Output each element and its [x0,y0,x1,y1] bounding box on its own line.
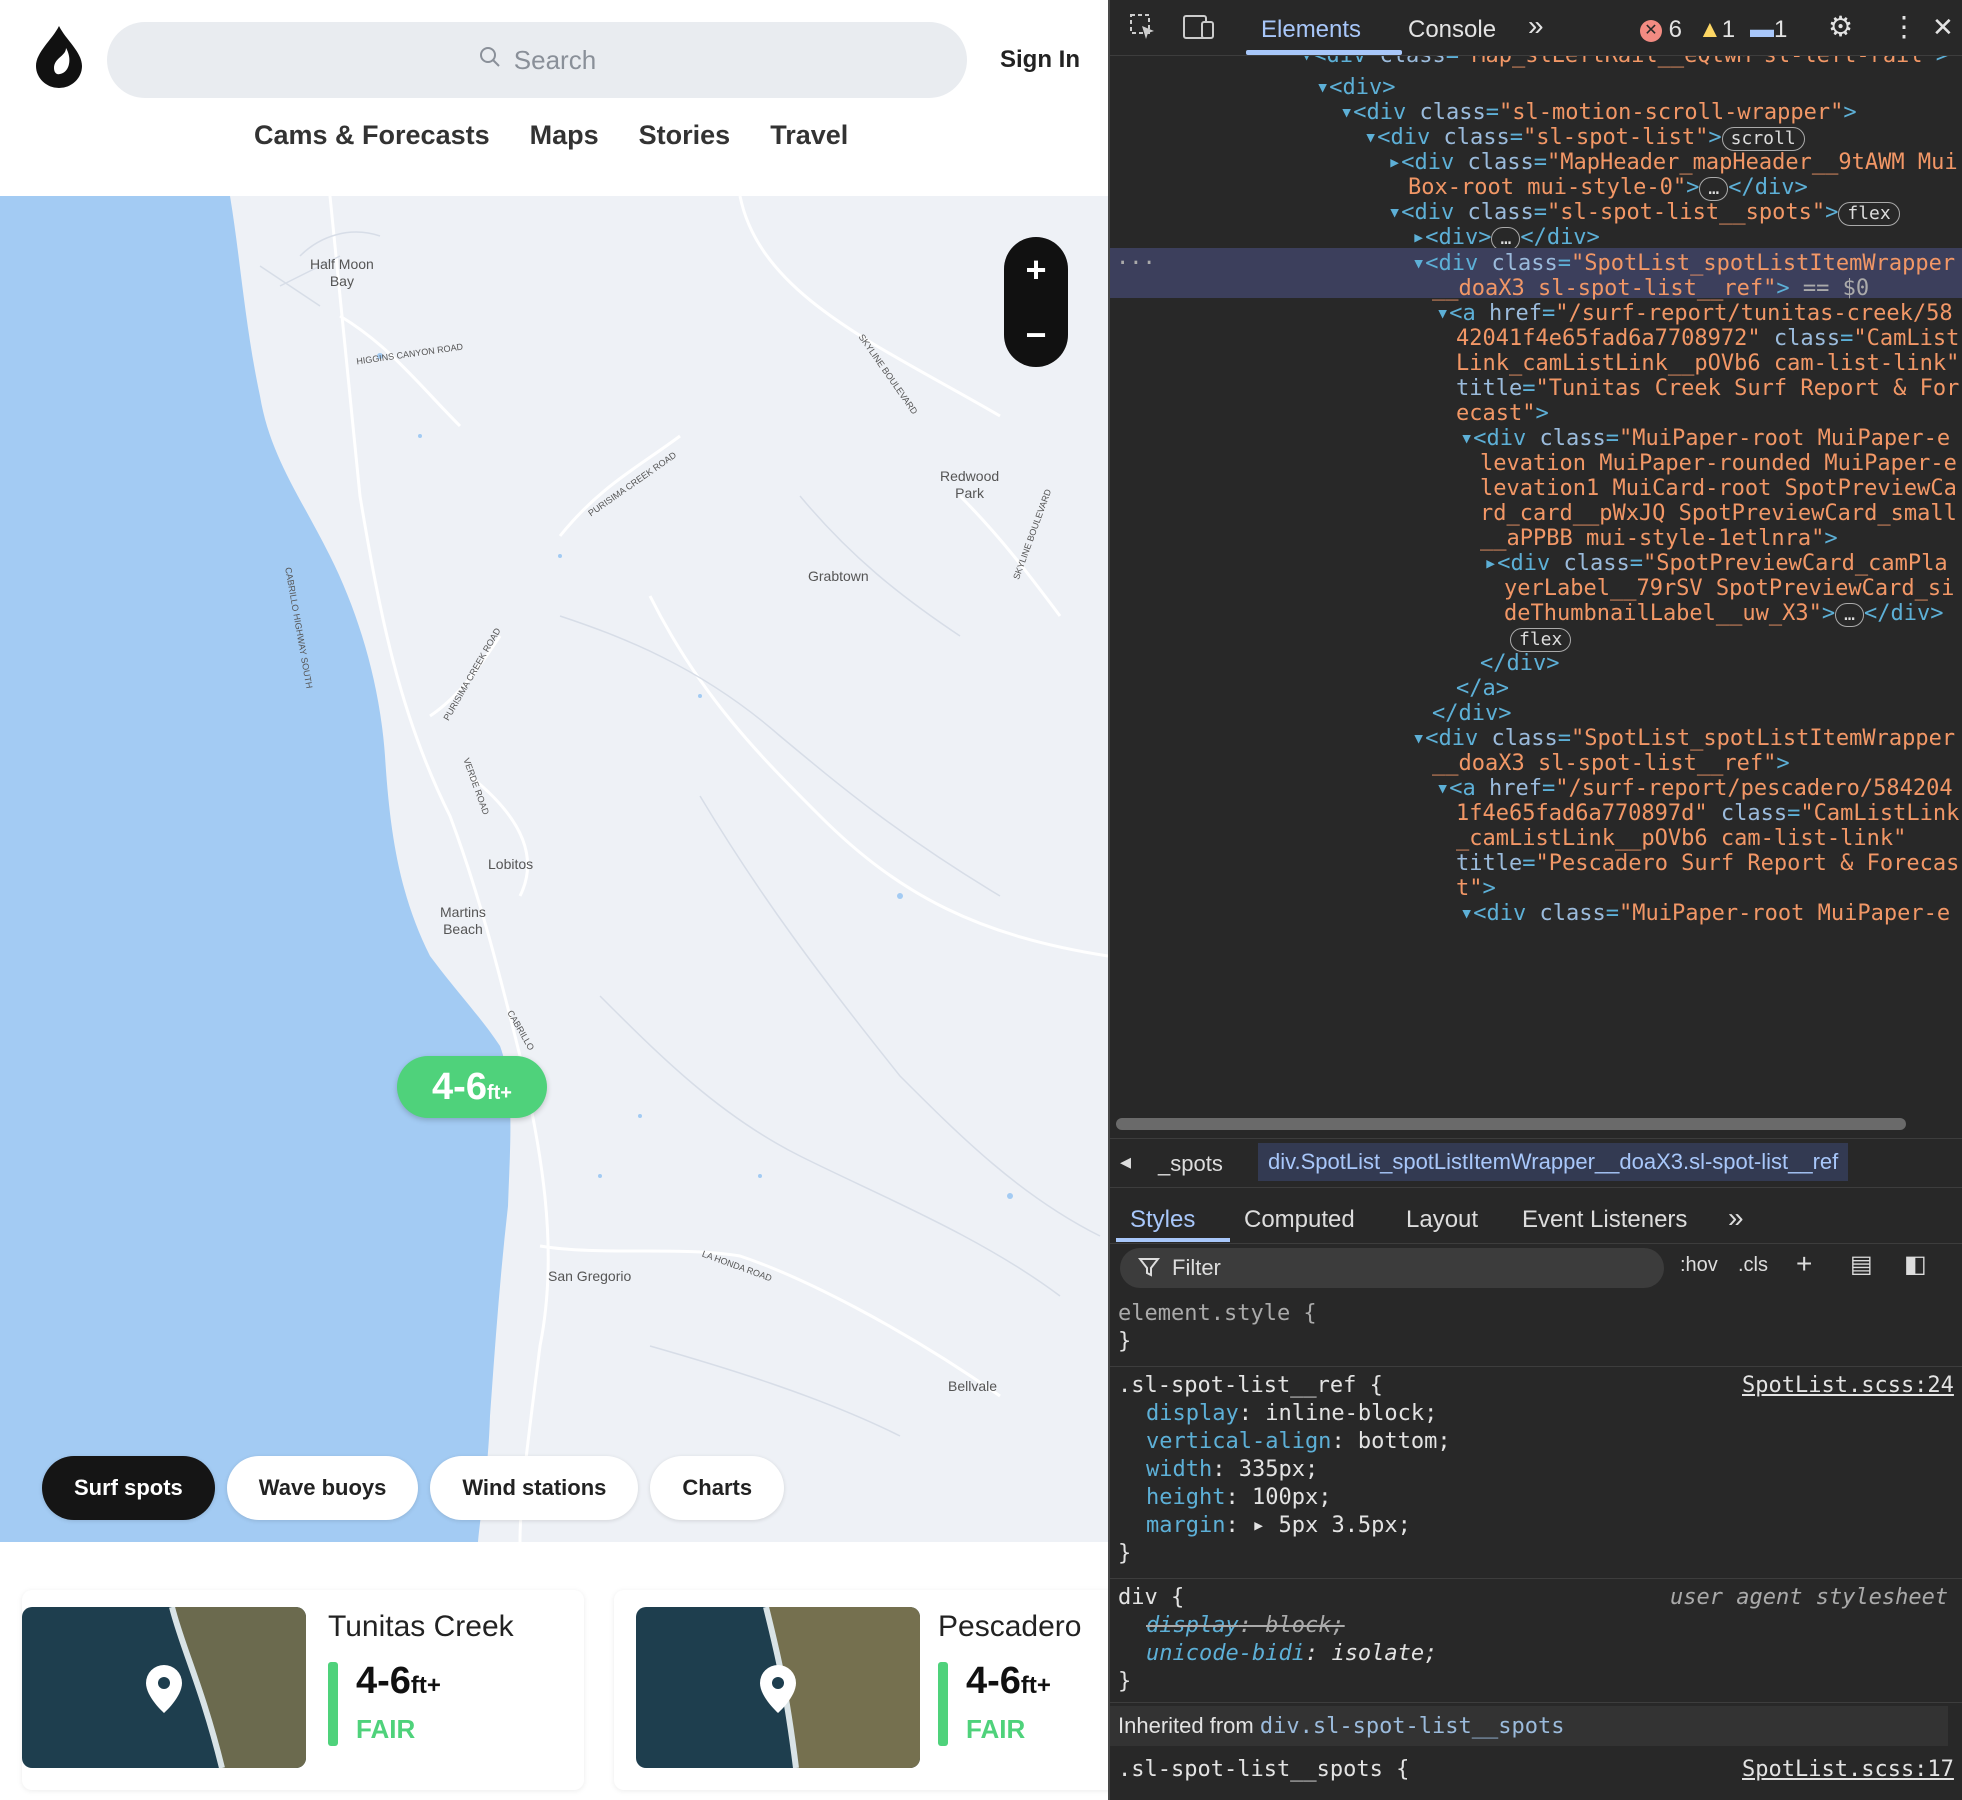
filter-icon [1137,1256,1161,1284]
tab-computed[interactable]: Computed [1244,1206,1355,1234]
message-icon: ▬ [1750,16,1774,43]
warning-count[interactable]: ▲1 [1698,16,1735,44]
spot-name: Pescadero [938,1610,1082,1643]
settings-gear-icon[interactable]: ⚙ [1828,10,1853,43]
spot-condition: FAIR [966,1714,1026,1744]
spot-card[interactable]: Tunitas Creek 4-6ft+ FAIR [22,1590,584,1790]
map-layer-filters: Surf spots Wave buoys Wind stations Char… [42,1456,785,1520]
tab-elements[interactable]: Elements [1261,16,1361,44]
error-count[interactable]: ✕ 6 [1640,16,1682,44]
map-label-san-gregorio: San Gregorio [548,1268,632,1284]
breadcrumb-item-selected[interactable]: div.SpotList_spotListItemWrapper__doaX3.… [1258,1143,1849,1181]
sign-in-link[interactable]: Sign In [1000,46,1080,74]
inherited-selector[interactable]: div.sl-spot-list__spots [1260,1714,1565,1739]
tab-styles[interactable]: Styles [1130,1206,1195,1234]
map-label-lobitos: Lobitos [488,856,534,872]
marker-unit: ft+ [486,1082,512,1104]
tab-event-listeners[interactable]: Event Listeners [1522,1206,1687,1234]
devtools-toolbar: Elements Console » ✕ 6 ▲1 ▬1 ⚙ ⋮ ✕ [1110,0,1962,56]
error-icon: ✕ [1640,19,1662,42]
spot-height: 4-6ft+ [966,1660,1051,1702]
more-tabs-icon[interactable]: » [1728,1202,1744,1234]
condition-bar [938,1662,948,1746]
inspect-element-icon[interactable] [1128,12,1158,49]
spot-height: 4-6ft+ [356,1660,441,1702]
surfline-logo-icon[interactable] [32,24,86,88]
nav-stories[interactable]: Stories [639,120,731,151]
active-tab-indicator [1116,1238,1230,1242]
breadcrumb-item[interactable]: _spots [1158,1151,1223,1177]
class-toggle[interactable]: .cls [1738,1254,1768,1277]
hover-state-toggle[interactable]: :hov [1680,1254,1718,1277]
breadcrumb: ◂ _spots div.SpotList_spotListItemWrappe… [1110,1138,1962,1188]
map-label-redwood-park: Redwood Park [940,468,1000,501]
map-label-bellvale: Bellvale [948,1378,998,1394]
dom-tree[interactable]: ▾<div class="Map_slLeftRail__eQtwM sl-le… [1110,56,1962,1111]
nav-travel[interactable]: Travel [770,120,848,151]
zoom-in-button[interactable]: + [1025,249,1046,291]
warning-icon: ▲ [1698,16,1722,43]
devtools-panel: Elements Console » ✕ 6 ▲1 ▬1 ⚙ ⋮ ✕ ▾<div… [1108,0,1962,1800]
tab-layout[interactable]: Layout [1406,1206,1478,1234]
map-label-half-moon-bay: Half Moon Bay [310,256,374,289]
marker-height: 4-6 [432,1066,487,1108]
condition-bar [328,1662,338,1746]
zoom-out-button[interactable]: − [1025,314,1046,356]
breadcrumb-back-icon[interactable]: ◂ [1120,1149,1131,1175]
map-label-martins-beach: Martins Beach [440,904,486,937]
nav-cams-forecasts[interactable]: Cams & Forecasts [254,120,490,151]
main-nav: Cams & Forecasts Maps Stories Travel [254,120,848,151]
spot-thumbnail [22,1607,306,1768]
map-base-layer [0,196,1108,1542]
filter-surf-spots[interactable]: Surf spots [42,1456,215,1520]
filter-wind-stations[interactable]: Wind stations [430,1456,639,1520]
sidebar-toggle-icon[interactable]: ◧ [1904,1250,1927,1279]
map-label-grabtown: Grabtown [808,568,869,584]
surf-map[interactable]: Half Moon Bay Redwood Park Grabtown Lobi… [0,196,1108,1542]
new-rule-icon[interactable]: + [1796,1248,1812,1280]
close-icon[interactable]: ✕ [1932,12,1954,43]
filter-charts[interactable]: Charts [650,1456,785,1520]
search-placeholder: Search [513,44,597,75]
more-options-icon[interactable]: ⋮ [1890,10,1918,43]
spot-height-marker[interactable]: 4-6 ft+ [397,1056,547,1118]
nav-maps[interactable]: Maps [530,120,599,151]
inherited-label: Inherited from [1118,1713,1254,1738]
active-tab-indicator [1246,50,1402,55]
device-toolbar-icon[interactable] [1182,12,1216,49]
more-tabs-icon[interactable]: » [1528,10,1544,42]
filter-wave-buoys[interactable]: Wave buoys [226,1456,419,1520]
styles-tabs: Styles Computed Layout Event Listeners » [1110,1192,1962,1244]
zoom-control: + − [1004,237,1068,367]
message-count[interactable]: ▬1 [1750,16,1787,44]
search-input[interactable]: Search [107,22,967,98]
tab-console[interactable]: Console [1408,16,1496,44]
horizontal-scrollbar[interactable] [1116,1118,1906,1130]
spot-card[interactable]: Pescadero 4-6ft+ FAIR [614,1590,1108,1790]
styles-filter-input[interactable]: Filter [1120,1248,1664,1288]
surfline-page: Search Sign In Cams & Forecasts Maps Sto… [0,0,1108,1800]
spot-thumbnail [636,1607,920,1768]
search-icon [478,45,502,76]
spot-condition: FAIR [356,1714,416,1744]
spot-name: Tunitas Creek [328,1610,514,1643]
paint-brush-icon[interactable]: ▤ [1850,1250,1873,1279]
